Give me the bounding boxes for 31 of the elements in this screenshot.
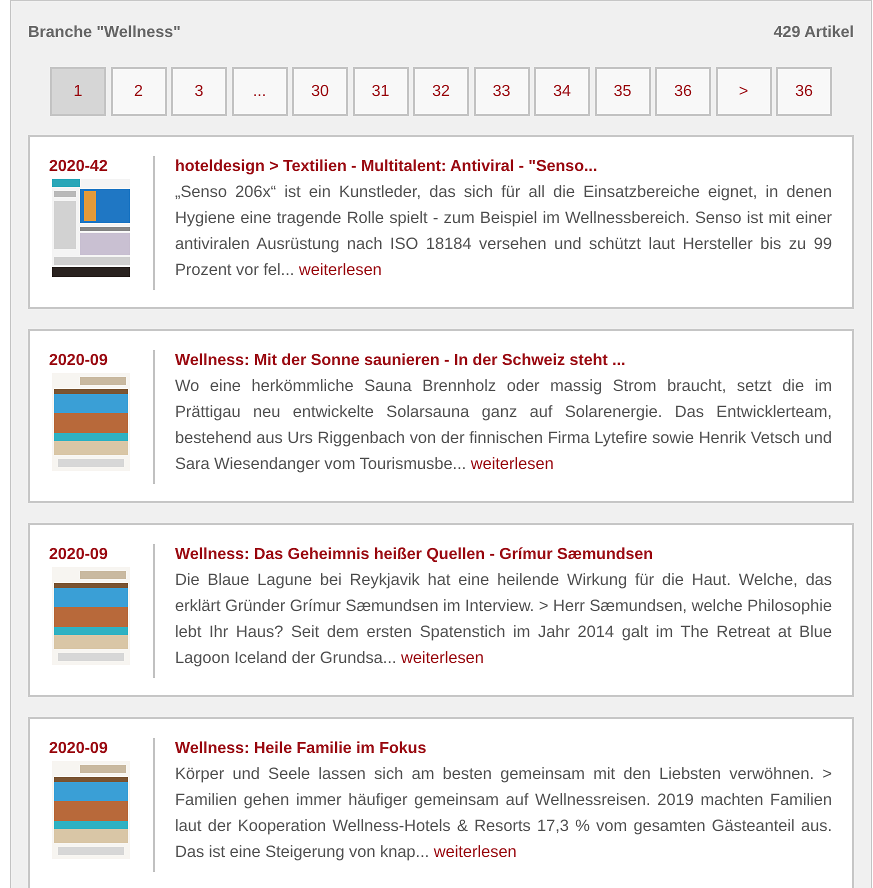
article-title-link[interactable]: hoteldesign > Textilien - Multitalent: Antiviral - "Senso... — [175, 156, 598, 178]
page-button[interactable]: ... — [232, 67, 288, 116]
article-excerpt: Wo eine herkömmliche Sauna Brennholz oder massig Strom braucht, setzt die im Prättigau neu entwickelte Solarsauna ganz auf Solarenergie. Das Entwicklerteam, bestehend aus Urs Riggenbach von der finnischen Firma Lytefire sowie Henrik Vetsch und Sara Wiesendanger vom Tourismusbe... weiterlesen — [175, 376, 832, 475]
read-more-link[interactable]: weiterlesen — [298, 261, 382, 279]
page-button[interactable]: 1 — [50, 67, 106, 116]
page-button[interactable]: 35 — [594, 67, 650, 116]
page-button[interactable]: 36 — [776, 67, 832, 116]
article-title-link[interactable]: Wellness: Das Geheimnis heißer Quellen - Grímur Sæmundsen — [175, 544, 654, 566]
issue-label: 2020-09 — [49, 545, 108, 565]
article-excerpt: Körper und Seele lassen sich am besten gemeinsam mit den Liebsten verwöhnen. > Familien gehen immer häufiger gemeinsam auf Wellnessreisen. 2019 machten Familien laut der Kooperation Wellness-Hotels & Resorts 17,3 % vom gesamten Gästeanteil aus. Das ist eine Steigerung von knap... weiterlesen — [175, 764, 832, 863]
page-button[interactable]: 36 — [655, 67, 711, 116]
read-more-link[interactable]: weiterlesen — [470, 455, 554, 473]
page-button[interactable]: 30 — [292, 67, 348, 116]
section-title: Branche "Wellness" — [28, 23, 181, 43]
page-button[interactable]: 32 — [413, 67, 469, 116]
page-button[interactable]: 34 — [534, 67, 590, 116]
read-more-link[interactable]: weiterlesen — [400, 649, 484, 667]
page-button[interactable]: 3 — [171, 67, 227, 116]
article-title-link[interactable]: Wellness: Mit der Sonne saunieren - In der Schweiz steht ... — [175, 350, 626, 372]
page-button[interactable]: 2 — [110, 67, 166, 116]
issue-label: 2020-09 — [49, 351, 108, 371]
read-more-link[interactable]: weiterlesen — [434, 843, 517, 861]
article-title-link[interactable]: Wellness: Heile Familie im Fokus — [175, 738, 426, 760]
article-count: 429 Artikel — [774, 23, 854, 43]
issue-label: 2020-42 — [49, 157, 108, 177]
page-button[interactable]: 31 — [352, 67, 408, 116]
page-button[interactable]: > — [716, 67, 772, 116]
article-excerpt: „Senso 206x“ ist ein Kunstleder, das sich für all die Einsatzbereiche eignet, in denen Hygiene eine tragende Rolle spielt - zum Beispiel im Wellnessbereich. Senso ist mit einer antiviralen Ausrüstung nach ISO 18184 versehen und schützt laut Hersteller bis zu 99 Prozent vor fel... weiterlesen — [175, 182, 832, 281]
issue-label: 2020-09 — [49, 739, 108, 759]
article-excerpt: Die Blaue Lagune bei Reykjavik hat eine heilende Wirkung für die Haut. Welche, das erklärt Gründer Grímur Sæmundsen im Interview. > Herr Sæmundsen, welche Philosophie lebt Ihr Haus? Seit dem ersten Spatenstich im Jahr 2014 galt im The Retreat at Blue Lagoon Iceland der Grundsa... weiterlesen — [175, 570, 832, 669]
page-button[interactable]: 33 — [474, 67, 530, 116]
